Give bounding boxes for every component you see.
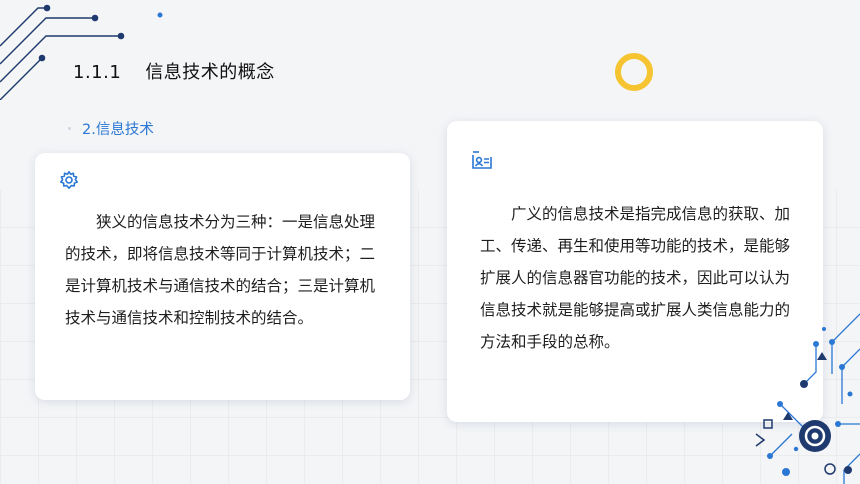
- bullet-dot: [68, 127, 71, 130]
- card-body-text: 狭义的信息技术分为三种：一是信息处理的技术，即将信息技术等同于计算机技术；二是计…: [65, 213, 376, 327]
- yellow-ring-icon: [615, 53, 653, 91]
- id-card-icon: [471, 150, 493, 174]
- gear-icon: [59, 170, 79, 194]
- section-subtitle: 2.信息技术: [82, 122, 154, 138]
- circuit-decoration-top-left: [0, 4, 163, 100]
- title-text: 信息技术的概念: [145, 62, 275, 83]
- page-title: 1.1.1 信息技术的概念: [73, 58, 275, 84]
- narrow-definition-card: 狭义的信息技术分为三种：一是信息处理的技术，即将信息技术等同于计算机技术；二是计…: [35, 153, 410, 400]
- section-number: 1.1.1: [73, 62, 122, 83]
- circuit-decoration-bottom-right: [755, 313, 860, 484]
